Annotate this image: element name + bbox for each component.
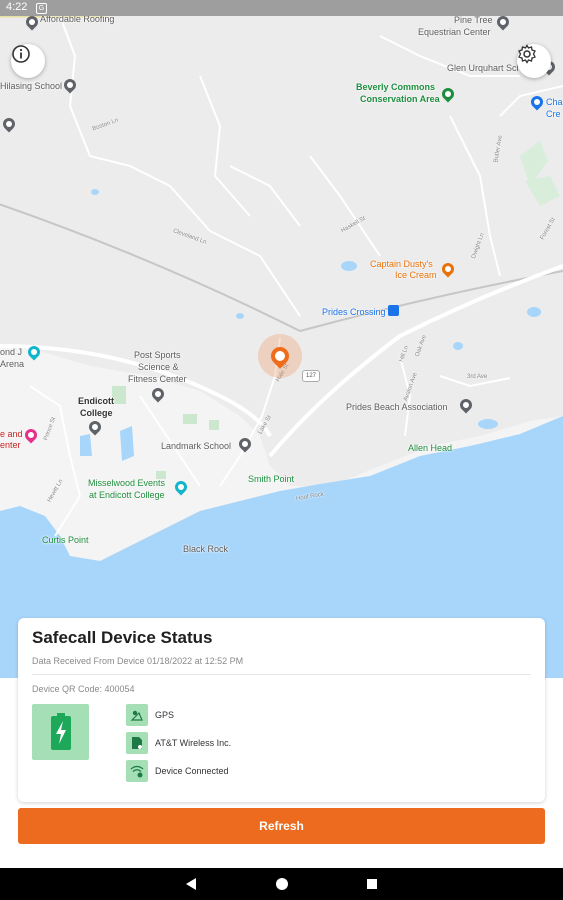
device-location-marker[interactable] xyxy=(258,334,302,378)
info-icon xyxy=(12,45,30,63)
map-label: Hilasing School xyxy=(0,81,63,91)
device-status-card: Safecall Device Status Data Received Fro… xyxy=(18,618,545,802)
road-label: 3rd Ave xyxy=(467,374,488,380)
gps-label: GPS xyxy=(155,710,175,720)
map-label: Post Sports xyxy=(134,350,181,360)
back-icon[interactable] xyxy=(185,877,197,891)
route-shield: 127 xyxy=(302,370,320,382)
qr-code-text: Device QR Code: 400054 xyxy=(32,684,135,694)
map-label: College xyxy=(80,408,113,418)
map-label: Equestrian Center xyxy=(418,27,491,37)
status-time: 4:22 xyxy=(6,1,28,13)
map-label: Endicott xyxy=(78,396,114,406)
recents-icon[interactable] xyxy=(366,877,378,891)
map-label: Fitness Center xyxy=(128,374,187,384)
gear-icon xyxy=(518,44,536,64)
map-label: Allen Head xyxy=(408,443,453,453)
card-title: Safecall Device Status xyxy=(32,628,213,647)
map-label: Arena xyxy=(0,359,25,369)
battery-status xyxy=(32,704,89,760)
data-received-text: Data Received From Device 01/18/2022 at … xyxy=(32,656,244,666)
battery-charging-icon xyxy=(50,713,71,750)
system-nav-bar xyxy=(0,868,563,900)
map-label: e and xyxy=(0,429,23,439)
info-button[interactable] xyxy=(11,44,45,78)
g-icon: G xyxy=(36,3,47,14)
map-label: Black Rock xyxy=(183,544,229,554)
map-label: Captain Dusty's xyxy=(370,259,433,269)
carrier-label: AT&T Wireless Inc. xyxy=(155,738,232,748)
map-label: Beverly Commons xyxy=(356,82,436,92)
map-label: Curtis Point xyxy=(42,535,89,545)
settings-button[interactable] xyxy=(517,44,551,78)
train-station-icon[interactable] xyxy=(388,305,399,316)
status-bar: 4:22 G xyxy=(0,0,563,16)
map-label: Prides Crossing xyxy=(322,307,386,317)
home-icon[interactable] xyxy=(275,877,289,891)
map-label: Science & xyxy=(138,362,179,372)
connection-label: Device Connected xyxy=(155,766,229,776)
gps-icon xyxy=(126,704,148,726)
sim-card-icon xyxy=(126,732,148,754)
map-label: Ice Cream xyxy=(395,270,437,280)
divider xyxy=(32,674,531,675)
refresh-button[interactable]: Refresh xyxy=(18,808,545,844)
map-label: Cre xyxy=(546,109,561,119)
map-view[interactable]: Affordable Roofing Pine Tree Equestrian … xyxy=(0,16,563,678)
map-label: enter xyxy=(0,440,21,450)
map-label: Affordable Roofing xyxy=(40,16,115,24)
map-label: Smith Point xyxy=(248,474,295,484)
map-label: at Endicott College xyxy=(89,490,165,500)
wifi-connected-icon xyxy=(126,760,148,782)
map-label: Pine Tree xyxy=(454,16,493,25)
map-label: Landmark School xyxy=(161,441,232,451)
map-label: Prides Beach Association xyxy=(346,402,448,412)
map-label: Cha xyxy=(546,97,563,107)
map-label: ond J xyxy=(0,347,23,357)
map-label: Conservation Area xyxy=(360,94,440,104)
map-label: Misselwood Events xyxy=(88,478,166,488)
device-location-icon xyxy=(267,343,293,369)
